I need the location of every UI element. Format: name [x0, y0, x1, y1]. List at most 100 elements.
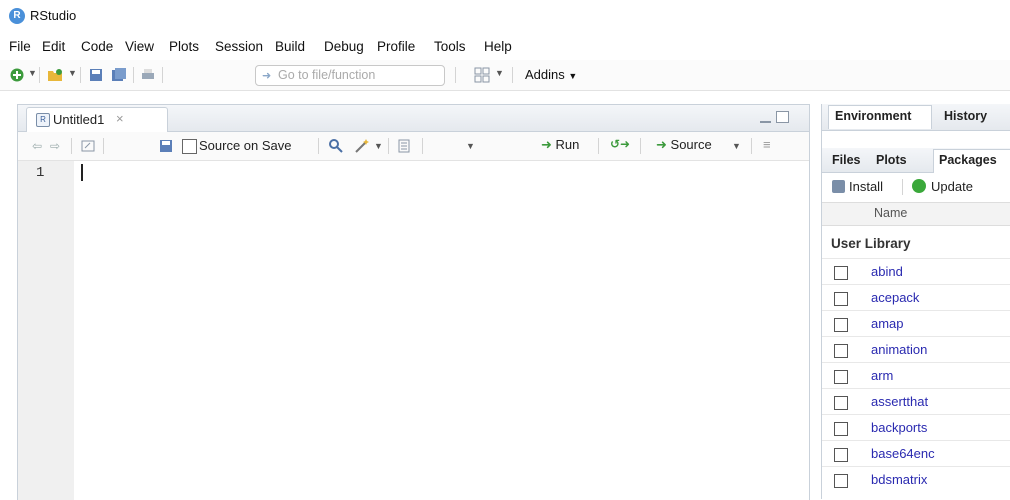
menu-code[interactable]: Code [81, 39, 113, 54]
package-row[interactable]: abind [822, 258, 1010, 285]
source-on-save-checkbox[interactable] [182, 139, 197, 154]
new-file-icon[interactable] [9, 67, 25, 83]
line-number-gutter: 1 [18, 161, 74, 500]
package-checkbox[interactable] [834, 266, 848, 280]
save-all-icon[interactable] [111, 67, 127, 83]
package-checkbox[interactable] [834, 344, 848, 358]
package-name-link[interactable]: amap [871, 316, 904, 331]
source-button[interactable]: ➜ Source [656, 137, 712, 153]
toolbar-separator [39, 67, 40, 83]
tab-packages[interactable]: Packages [939, 153, 997, 167]
code-tools-dropdown-icon[interactable]: ▼ [374, 141, 383, 151]
install-button[interactable]: Install [849, 179, 883, 194]
package-name-link[interactable]: acepack [871, 290, 919, 305]
menu-plots[interactable]: Plots [169, 39, 199, 54]
package-checkbox[interactable] [834, 370, 848, 384]
open-project-icon[interactable] [47, 67, 63, 83]
editor-toolbar: ⇦ ⇨ Source on Save ▼ ▼ ➜ Run ↺➜ ➜ Source… [18, 132, 809, 161]
package-checkbox[interactable] [834, 396, 848, 410]
open-dropdown-icon[interactable]: ▼ [68, 68, 77, 78]
save-file-icon[interactable] [158, 138, 174, 154]
editor-options-dropdown-icon[interactable]: ▼ [466, 141, 475, 151]
compile-report-icon[interactable] [396, 138, 412, 154]
package-checkbox[interactable] [834, 448, 848, 462]
toolbar-separator [133, 67, 134, 83]
search-icon[interactable] [328, 138, 344, 154]
go-to-file-input[interactable]: ➜ Go to file/function [255, 65, 445, 86]
tab-label: Untitled1 [53, 112, 105, 127]
forward-icon[interactable]: ⇨ [50, 139, 60, 153]
package-name-link[interactable]: animation [871, 342, 927, 357]
tab-files[interactable]: Files [832, 153, 861, 167]
maximize-pane-icon[interactable] [776, 111, 789, 123]
rerun-icon[interactable]: ↺➜ [610, 137, 630, 151]
package-row[interactable]: base64enc [822, 440, 1010, 467]
menu-build[interactable]: Build [275, 39, 305, 54]
menu-file[interactable]: File [9, 39, 31, 54]
right-pane: Environment History Files Plots Packages… [821, 104, 1010, 499]
rstudio-logo-icon: R [9, 8, 25, 24]
packages-column-header: Name [822, 202, 1010, 226]
menu-profile[interactable]: Profile [377, 39, 415, 54]
save-icon[interactable] [88, 67, 104, 83]
package-name-link[interactable]: assertthat [871, 394, 928, 409]
toolbar-separator [640, 138, 641, 154]
new-file-dropdown-icon[interactable]: ▼ [28, 68, 37, 78]
menu-edit[interactable]: Edit [42, 39, 65, 54]
package-row[interactable]: arm [822, 362, 1010, 389]
package-name-link[interactable]: abind [871, 264, 903, 279]
package-checkbox[interactable] [834, 292, 848, 306]
package-row[interactable]: amap [822, 310, 1010, 337]
menu-view[interactable]: View [125, 39, 154, 54]
source-arrow-icon: ➜ [656, 137, 667, 152]
close-tab-icon[interactable]: × [116, 111, 124, 126]
addins-menu[interactable]: Addins ▼ [525, 67, 577, 82]
source-dropdown-icon[interactable]: ▼ [732, 141, 741, 151]
code-editor[interactable] [75, 161, 809, 500]
show-in-window-icon[interactable] [80, 138, 96, 154]
back-icon[interactable]: ⇦ [32, 139, 42, 153]
addins-dropdown-icon: ▼ [568, 71, 578, 81]
tab-environment[interactable]: Environment [835, 109, 911, 123]
toolbar-separator [598, 138, 599, 154]
files-tab-strip: Files Plots Packages [822, 148, 1010, 173]
user-library-heading: User Library [831, 236, 911, 251]
code-tools-wand-icon[interactable] [354, 138, 370, 154]
tab-history[interactable]: History [944, 109, 987, 123]
package-checkbox[interactable] [834, 318, 848, 332]
source-pane: R Untitled1 × ⇦ ⇨ Source on Save ▼ ▼ ➜ R… [17, 104, 810, 500]
menu-tools[interactable]: Tools [434, 39, 466, 54]
update-button[interactable]: Update [931, 179, 973, 194]
package-checkbox[interactable] [834, 474, 848, 488]
print-icon[interactable] [140, 67, 156, 83]
package-name-link[interactable]: arm [871, 368, 893, 383]
menu-session[interactable]: Session [215, 39, 263, 54]
toolbar-separator [162, 67, 163, 83]
minimize-pane-icon[interactable] [760, 113, 771, 123]
source-on-save-label: Source on Save [199, 138, 292, 153]
package-row[interactable]: assertthat [822, 388, 1010, 415]
package-row[interactable]: bdsmatrix [822, 466, 1010, 493]
toolbar-separator [103, 138, 104, 154]
document-outline-icon[interactable]: ≡ [763, 137, 771, 152]
menu-bar: File Edit Code View Plots Session Build … [0, 36, 1010, 58]
main-toolbar: ▼ ▼ ➜ Go to file/function ▼ Addins ▼ [0, 60, 1010, 91]
package-row[interactable]: animation [822, 336, 1010, 363]
tab-plots[interactable]: Plots [876, 153, 907, 167]
package-name-link[interactable]: backports [871, 420, 927, 435]
toolbar-separator [71, 138, 72, 154]
package-name-link[interactable]: base64enc [871, 446, 935, 461]
menu-help[interactable]: Help [484, 39, 512, 54]
pane-layout-dropdown-icon[interactable]: ▼ [495, 68, 504, 78]
toolbar-separator [388, 138, 389, 154]
package-row[interactable]: acepack [822, 284, 1010, 311]
column-name-header[interactable]: Name [874, 206, 907, 220]
pane-layout-icon[interactable] [474, 67, 490, 83]
run-button[interactable]: ➜ Run [541, 137, 579, 153]
r-script-icon: R [36, 113, 50, 127]
package-name-link[interactable]: bdsmatrix [871, 472, 927, 487]
tab-untitled1[interactable]: R Untitled1 × [26, 107, 168, 132]
package-checkbox[interactable] [834, 422, 848, 436]
menu-debug[interactable]: Debug [324, 39, 364, 54]
package-row[interactable]: backports [822, 414, 1010, 441]
